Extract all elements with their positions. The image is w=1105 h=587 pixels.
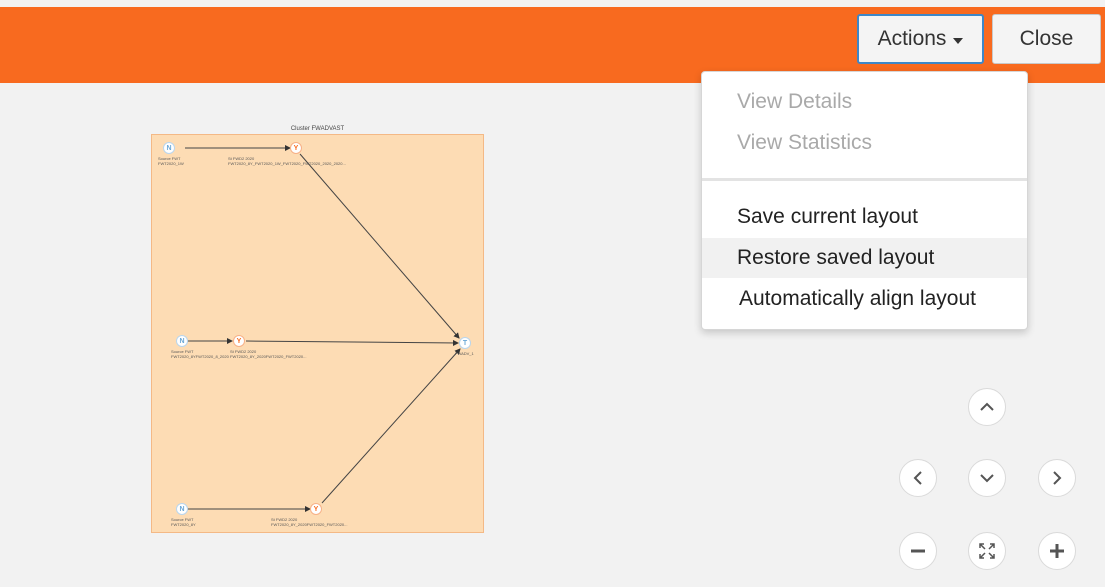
node-n1-label: Source FWT FWT2020_1W <box>158 156 184 166</box>
close-label: Close <box>1019 27 1074 50</box>
graph-node-f2[interactable]: Y <box>233 335 245 347</box>
chevron-left-icon <box>913 471 922 485</box>
pan-down-button[interactable] <box>968 459 1006 497</box>
menu-divider <box>702 178 1027 181</box>
node-t1-label: FWADV_1 <box>455 351 474 356</box>
actions-dropdown-button[interactable]: Actions <box>857 14 984 64</box>
graph-node-n2[interactable]: N <box>176 335 188 347</box>
fit-screen-button[interactable] <box>968 532 1006 570</box>
chevron-down-icon <box>980 474 994 483</box>
node-n2-label: Source FWT FWT2020_8YFWT2020_8_2020 <box>171 349 229 359</box>
graph-node-t1[interactable]: T <box>459 337 471 349</box>
pan-up-button[interactable] <box>968 388 1006 426</box>
pan-left-button[interactable] <box>899 459 937 497</box>
node-f2-label: St FWD2 2020 FWT2020_8Y_2020FWT2020_FWT20… <box>230 349 307 359</box>
caret-down-icon <box>953 37 964 44</box>
menu-item-view-details[interactable]: View Details <box>702 82 1027 122</box>
fit-screen-icon <box>979 543 995 559</box>
menu-item-save-layout[interactable]: Save current layout <box>702 197 1027 237</box>
actions-label: Actions <box>877 27 947 50</box>
graph-canvas[interactable] <box>151 134 484 533</box>
chevron-right-icon <box>1053 471 1062 485</box>
zoom-out-button[interactable] <box>899 532 937 570</box>
graph-node-f1[interactable]: Y <box>290 142 302 154</box>
graph-node-n1[interactable]: N <box>163 142 175 154</box>
menu-item-view-statistics[interactable]: View Statistics <box>702 123 1027 163</box>
node-f3-label: St FWD2 2020 FWT2020_8Y_2020FWT2020_FWT20… <box>271 517 348 527</box>
chevron-up-icon <box>980 402 994 411</box>
pan-right-button[interactable] <box>1038 459 1076 497</box>
node-f1-label: St FWD2 2020 FWT2020_8Y_FWT2020_1W_FWT202… <box>228 156 346 166</box>
menu-item-restore-layout[interactable]: Restore saved layout <box>702 238 1027 278</box>
actions-menu: View Details View Statistics Save curren… <box>701 71 1028 330</box>
graph-node-n3[interactable]: N <box>176 503 188 515</box>
zoom-in-button[interactable] <box>1038 532 1076 570</box>
graph-node-f3[interactable]: Y <box>310 503 322 515</box>
node-n3-label: Source FWT FWT2020_8Y <box>171 517 196 527</box>
zoom-out-icon <box>911 549 925 553</box>
cluster-title: Cluster FWADVAST <box>290 126 345 132</box>
close-button[interactable]: Close <box>992 14 1101 64</box>
zoom-in-icon <box>1050 544 1064 558</box>
menu-item-auto-align-layout[interactable]: Automatically align layout <box>702 279 1027 319</box>
